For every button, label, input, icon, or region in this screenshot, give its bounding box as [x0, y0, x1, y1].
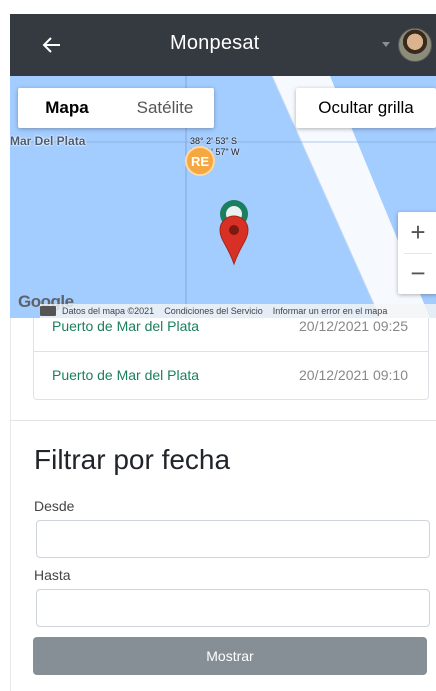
- zoom-divider: [404, 253, 432, 254]
- from-label: Desde: [34, 498, 75, 514]
- avatar[interactable]: [398, 28, 432, 62]
- content-border: [10, 318, 11, 691]
- toggle-grid-button[interactable]: Ocultar grilla: [296, 88, 436, 128]
- arrow-left-icon: [42, 37, 60, 53]
- map-type-control: Mapa Satélite: [18, 88, 214, 128]
- map-type-satellite-button[interactable]: Satélite: [116, 88, 214, 128]
- entry-datetime: 20/12/2021 09:25: [299, 318, 408, 334]
- entry-place-link[interactable]: Puerto de Mar del Plata: [52, 367, 199, 383]
- list-item: Puerto de Mar del Plata 20/12/2021 09:10: [34, 351, 428, 399]
- app-title: Monpesat: [170, 32, 260, 54]
- filter-title: Filtrar por fecha: [34, 444, 231, 475]
- entry-place-link[interactable]: Puerto de Mar del Plata: [52, 318, 199, 334]
- caret-down-icon[interactable]: [382, 42, 390, 47]
- back-button[interactable]: [38, 31, 66, 59]
- cluster-marker[interactable]: RE: [185, 146, 215, 176]
- entry-datetime: 20/12/2021 09:10: [299, 367, 408, 383]
- map-type-mapa-button[interactable]: Mapa: [18, 88, 116, 128]
- navbar: Monpesat: [10, 14, 436, 76]
- list-item: Puerto de Mar del Plata 20/12/2021 09:25: [34, 318, 428, 350]
- to-date-input[interactable]: [36, 589, 430, 627]
- report-error-link[interactable]: Informar un error en el mapa: [273, 306, 388, 316]
- show-button[interactable]: Mostrar: [33, 637, 427, 675]
- map-data-credit: Datos del mapa ©2021: [62, 306, 155, 316]
- map-attribution: Datos del mapa ©2021 Condiciones del Ser…: [40, 304, 436, 318]
- city-label: Mar Del Plata: [10, 134, 86, 148]
- from-date-input[interactable]: [36, 520, 430, 558]
- to-label: Hasta: [34, 567, 71, 583]
- keyboard-icon[interactable]: [40, 306, 56, 316]
- section-divider: [10, 420, 436, 421]
- zoom-in-button[interactable]: +: [398, 212, 436, 253]
- zoom-out-button[interactable]: −: [398, 253, 436, 294]
- entries-list: Puerto de Mar del Plata 20/12/2021 09:25…: [33, 318, 429, 400]
- status-strip: [0, 0, 436, 14]
- zoom-control: + −: [398, 212, 436, 294]
- terms-link[interactable]: Condiciones del Servicio: [164, 306, 263, 316]
- map-view[interactable]: Mapa Satélite Ocultar grilla Mar Del Pla…: [10, 76, 436, 318]
